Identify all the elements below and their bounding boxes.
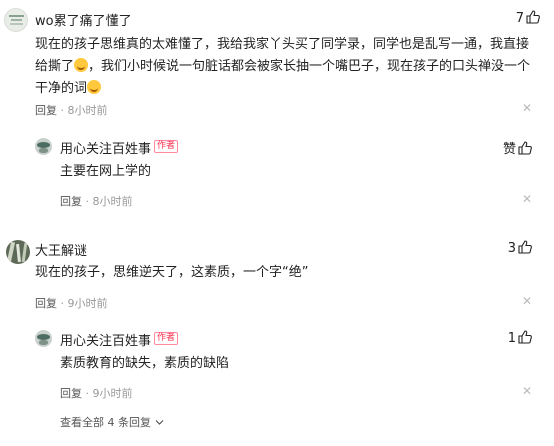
thumb-up-icon: [518, 330, 532, 344]
reply-button[interactable]: 回复: [60, 387, 82, 400]
author-badge: 作者: [154, 140, 179, 153]
thumb-up-icon: [518, 240, 532, 254]
close-icon[interactable]: ✕: [522, 101, 532, 115]
reply-button[interactable]: 回复: [35, 297, 57, 310]
comment-meta: 回复 · 8小时前: [60, 195, 133, 208]
timestamp: 8小时前: [92, 195, 133, 208]
like-label: 赞: [502, 142, 516, 157]
username[interactable]: wo累了痛了懂了: [35, 10, 132, 29]
like-count: 1: [507, 331, 516, 346]
thumb-up-icon: [526, 10, 540, 24]
chevron-down-icon: [155, 420, 163, 425]
timestamp: 9小时前: [92, 387, 133, 400]
like-button[interactable]: 3: [508, 240, 532, 256]
comment-meta: 回复 · 9小时前: [35, 297, 108, 310]
like-count: 7: [515, 11, 524, 26]
comment-text: 素质教育的缺失，素质的缺陷: [60, 356, 230, 371]
like-button[interactable]: 赞: [503, 138, 532, 157]
close-icon[interactable]: ✕: [522, 294, 532, 308]
reply-item: 用心关注百姓事 作者 1 素质教育的缺失，素质的缺陷 回复 · 9小时前 ✕: [0, 330, 554, 400]
comment-item: 大王解谜 3 现在的孩子，思维逆天了，这素质，一个字“绝” 回复 · 9小时前 …: [0, 240, 554, 310]
grin-emoji-icon: [87, 80, 102, 94]
comment-item: wo累了痛了懂了 7 现在的孩子思维真的太难懂了，我给我家丫头买了同学录，同学也…: [0, 8, 554, 118]
close-icon[interactable]: ✕: [522, 192, 532, 206]
author-badge: 作者: [154, 332, 179, 345]
username[interactable]: 用心关注百姓事: [60, 138, 151, 157]
user-avatar[interactable]: [35, 138, 52, 155]
username[interactable]: 大王解谜: [35, 240, 87, 259]
view-all-replies-link[interactable]: 查看全部 4 条回复: [60, 414, 164, 430]
thumb-up-icon: [518, 141, 532, 155]
like-count: 3: [507, 241, 516, 256]
user-avatar[interactable]: [4, 8, 28, 32]
reply-button[interactable]: 回复: [60, 195, 82, 208]
timestamp: 9小时前: [67, 297, 108, 310]
comment-text: 现在的孩子，思维逆天了，这素质，一个字“绝”: [35, 265, 309, 280]
like-button[interactable]: 7: [516, 10, 540, 26]
user-avatar[interactable]: [6, 240, 30, 264]
reply-item: 用心关注百姓事 作者 赞 主要在网上学的 回复 · 8小时前 ✕: [0, 138, 554, 208]
comment-meta: 回复 · 8小时前: [35, 104, 108, 117]
grin-emoji-icon: [74, 58, 89, 72]
like-button[interactable]: 1: [508, 330, 532, 346]
timestamp: 8小时前: [67, 104, 108, 117]
reply-button[interactable]: 回复: [35, 104, 57, 117]
comment-meta: 回复 · 9小时前: [60, 387, 133, 400]
comment-text: 现在的孩子思维真的太难懂了，我给我家丫头买了同学录，同学也是乱写一通，我直接给撕…: [35, 37, 531, 96]
close-icon[interactable]: ✕: [522, 384, 532, 398]
username[interactable]: 用心关注百姓事: [60, 330, 151, 349]
comment-text: 主要在网上学的: [60, 164, 152, 179]
user-avatar[interactable]: [35, 330, 52, 347]
